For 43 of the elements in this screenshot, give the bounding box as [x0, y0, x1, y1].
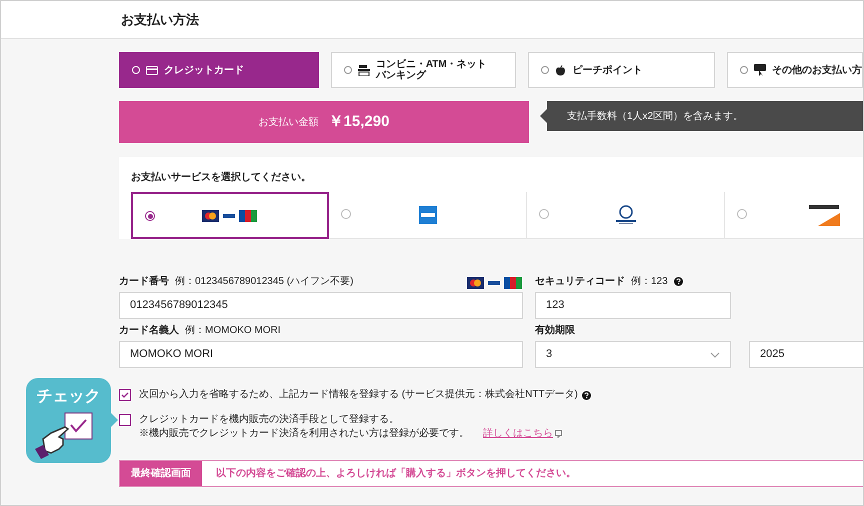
card-holder-field[interactable]: MOMOKO MORI	[119, 341, 523, 368]
field-label: カード番号	[119, 274, 169, 289]
help-icon[interactable]	[582, 390, 591, 400]
checkbox-label: 次回から入力を省略するため、上記カード情報を登録する (サービス提供元：株式会社NTTデータ)	[139, 389, 578, 401]
payment-method-tab[interactable]: クレジットカード	[119, 52, 319, 88]
help-icon[interactable]	[674, 276, 683, 286]
field-label: セキュリティコード	[535, 274, 625, 288]
amount-value: ￥15,290	[328, 112, 390, 132]
radio-button[interactable]	[737, 209, 747, 219]
radio-button[interactable]	[539, 209, 549, 219]
page-title: お支払い方法	[121, 10, 199, 29]
field-hint: 例：0123456789012345 (ハイフン不要)	[175, 275, 354, 289]
field-hint: 例：123	[631, 274, 668, 288]
card-brand-logos	[467, 277, 523, 289]
month-select[interactable]: 3	[535, 341, 731, 368]
card-brand-logos	[202, 210, 258, 222]
credit-card-icon	[146, 66, 158, 74]
payment-method-tab[interactable]: ピーチポイント	[528, 52, 715, 88]
checkbox[interactable]	[119, 414, 131, 426]
payment-method-tab[interactable]: コンビニ・ATM・ネットバンキング	[330, 52, 516, 88]
details-link[interactable]: 詳しくはこちら	[483, 428, 563, 440]
external-link-icon	[555, 430, 563, 438]
field-hint: 例：MOMOKO MORI	[185, 324, 281, 338]
field-label: 有効期限	[535, 324, 575, 338]
chevron-down-icon	[710, 352, 720, 358]
callout-label: チェック	[36, 388, 100, 406]
service-heading: お支払いサービスを選択してください。	[131, 170, 312, 185]
checkbox[interactable]	[119, 389, 131, 401]
final-confirm-label: 最終確認画面	[120, 461, 202, 486]
year-select[interactable]: 2025	[749, 341, 863, 368]
radio-button[interactable]	[341, 209, 351, 219]
amount-label: お支払い金額	[258, 116, 319, 130]
radio-button[interactable]	[145, 211, 155, 221]
field-label: カード名義人	[119, 324, 179, 338]
checkbox-label: クレジットカードを機内販売の決済手段として登録する。	[139, 414, 399, 426]
checkmark-icon	[121, 392, 129, 398]
payment-method-tab[interactable]: その他のお支払い方	[727, 52, 863, 88]
security-code-field[interactable]: 123	[535, 292, 731, 319]
final-confirm-message: 以下の内容をご確認の上、よろしければ「購入する」ボタンを押してください。	[215, 466, 576, 481]
card-number-field[interactable]: 0123456789012345	[119, 292, 523, 319]
fee-note: 支払手数料（1人x2区間）を含みます。	[567, 110, 744, 124]
card-brand-option[interactable]	[131, 192, 329, 239]
checkbox-note: ※機内販売でクレジットカード決済を利用されたい方は登録が必要です。	[139, 428, 469, 440]
